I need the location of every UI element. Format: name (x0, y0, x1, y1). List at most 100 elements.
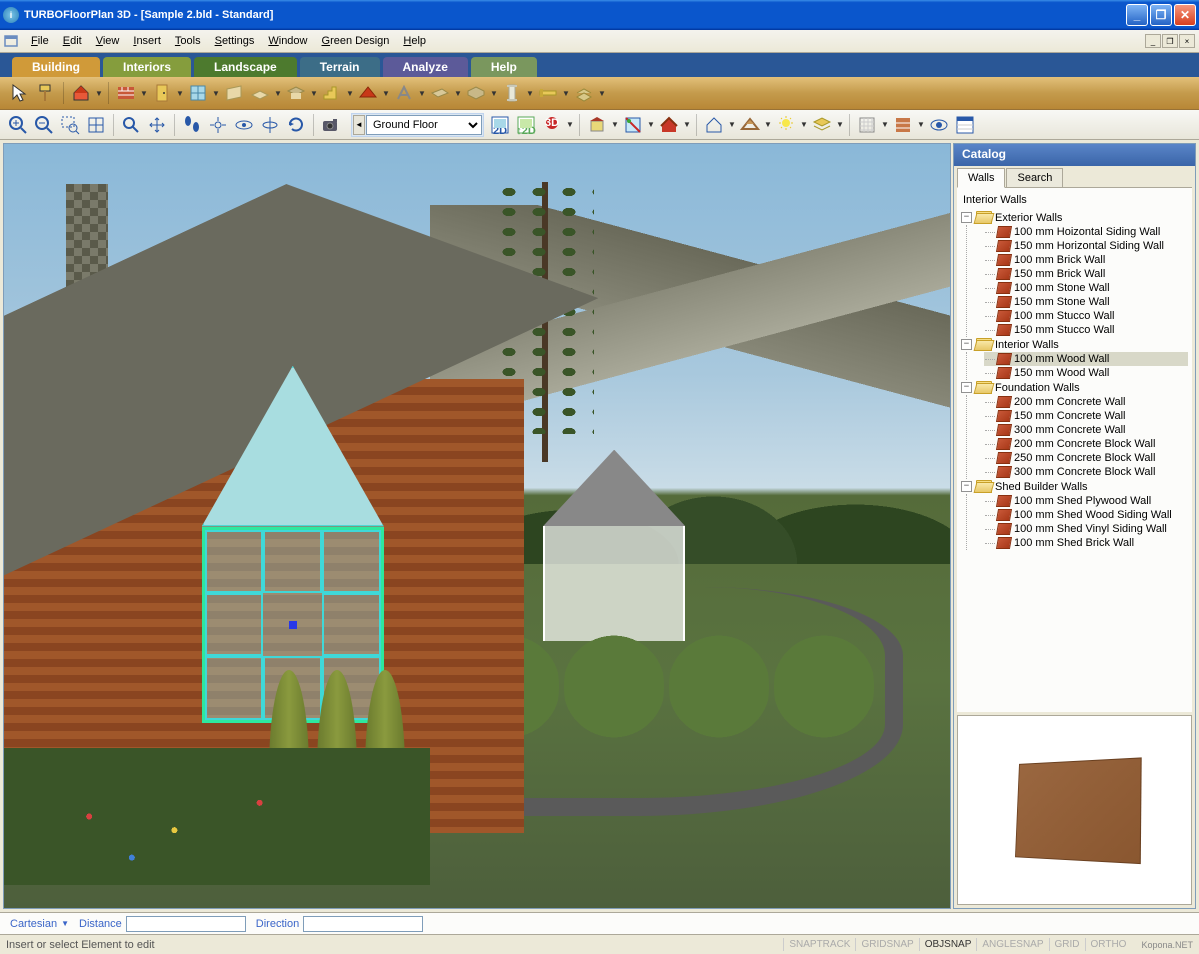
dropdown-icon[interactable]: ▼ (346, 89, 354, 98)
mdi-restore-button[interactable]: ❐ (1162, 34, 1178, 48)
dropdown-icon[interactable]: ▼ (598, 89, 606, 98)
menu-settings[interactable]: Settings (208, 33, 262, 49)
paint-tool-icon[interactable] (34, 81, 58, 105)
structure-tool-icon[interactable] (392, 81, 416, 105)
zoom-realtime-icon[interactable] (119, 113, 143, 137)
dropdown-icon[interactable]: ▼ (917, 120, 925, 129)
dropdown-icon[interactable]: ▼ (611, 120, 619, 129)
view-2d-designer-icon[interactable]: ↕2D (514, 113, 538, 137)
zoom-fit-icon[interactable] (84, 113, 108, 137)
tab-analyze[interactable]: Analyze (383, 57, 468, 77)
dropdown-icon[interactable]: ▼ (212, 89, 220, 98)
pattern-icon[interactable] (891, 113, 915, 137)
tree-item[interactable]: 100 mm Shed Brick Wall (984, 536, 1188, 550)
member-tool-icon[interactable] (536, 81, 560, 105)
snap-toggle-gridsnap[interactable]: GRIDSNAP (855, 938, 918, 951)
zoom-out-icon[interactable] (32, 113, 56, 137)
orbit-icon[interactable] (232, 113, 256, 137)
tree-item[interactable]: 150 mm Stone Wall (984, 295, 1188, 309)
direction-input[interactable] (303, 916, 423, 932)
dropdown-icon[interactable]: ▼ (562, 89, 570, 98)
snap-toggle-anglesnap[interactable]: ANGLESNAP (976, 938, 1048, 951)
dropdown-icon[interactable]: ▼ (647, 120, 655, 129)
catalog-tab-walls[interactable]: Walls (957, 168, 1005, 188)
dropdown-icon[interactable]: ▼ (418, 89, 426, 98)
dropdown-icon[interactable]: ▼ (454, 89, 462, 98)
tree-item[interactable]: 300 mm Concrete Wall (984, 423, 1188, 437)
tree-folder[interactable]: −Interior Walls (961, 337, 1188, 352)
dropdown-icon[interactable]: ▼ (490, 89, 498, 98)
menu-tools[interactable]: Tools (168, 33, 208, 49)
select-tool-icon[interactable] (8, 81, 32, 105)
tree-item[interactable]: 150 mm Horizontal Siding Wall (984, 239, 1188, 253)
dropdown-icon[interactable]: ▼ (764, 120, 772, 129)
pan-icon[interactable] (145, 113, 169, 137)
tree-item[interactable]: 150 mm Stucco Wall (984, 323, 1188, 337)
floor-prev-button[interactable]: ◄ (353, 115, 365, 135)
zoom-window-icon[interactable] (58, 113, 82, 137)
dropdown-icon[interactable]: ▼ (836, 120, 844, 129)
tree-item[interactable]: 300 mm Concrete Block Wall (984, 465, 1188, 479)
house-wizard-icon[interactable] (69, 81, 93, 105)
door-tool-icon[interactable] (150, 81, 174, 105)
display-roof-icon[interactable] (738, 113, 762, 137)
fly-icon[interactable] (206, 113, 230, 137)
tree-item[interactable]: 100 mm Stone Wall (984, 281, 1188, 295)
dropdown-icon[interactable]: ▼ (274, 89, 282, 98)
collapse-icon[interactable]: − (961, 212, 972, 223)
ceiling-tool-icon[interactable] (284, 81, 308, 105)
dropdown-icon[interactable]: ▼ (140, 89, 148, 98)
stairs-tool-icon[interactable] (320, 81, 344, 105)
camera-icon[interactable] (319, 113, 343, 137)
menu-window[interactable]: Window (261, 33, 314, 49)
section-icon[interactable] (621, 113, 645, 137)
dropdown-icon[interactable]: ▼ (800, 120, 808, 129)
properties-panel-icon[interactable] (953, 113, 977, 137)
snap-toggle-snaptrack[interactable]: SNAPTRACK (783, 938, 855, 951)
maximize-button[interactable]: ❐ (1150, 4, 1172, 26)
hatching-icon[interactable] (855, 113, 879, 137)
tree-item[interactable]: 150 mm Brick Wall (984, 267, 1188, 281)
wall-tool-icon[interactable] (114, 81, 138, 105)
window-tool-icon[interactable] (186, 81, 210, 105)
tree-item[interactable]: 250 mm Concrete Block Wall (984, 451, 1188, 465)
tree-item[interactable]: 100 mm Wood Wall (984, 352, 1188, 366)
dropdown-icon[interactable]: ▼ (310, 89, 318, 98)
tree-item[interactable]: 100 mm Shed Plywood Wall (984, 494, 1188, 508)
tree-item[interactable]: 100 mm Stucco Wall (984, 309, 1188, 323)
dropdown-icon[interactable]: ▼ (95, 89, 103, 98)
opening-tool-icon[interactable] (222, 81, 246, 105)
menu-insert[interactable]: Insert (126, 33, 168, 49)
floor-select[interactable]: Ground Floor (366, 115, 482, 135)
collapse-icon[interactable]: − (961, 339, 972, 350)
mdi-minimize-button[interactable]: _ (1145, 34, 1161, 48)
dropdown-icon[interactable]: ▼ (382, 89, 390, 98)
dropdown-icon[interactable]: ▼ (683, 120, 691, 129)
distance-input[interactable] (126, 916, 246, 932)
snap-toggle-ortho[interactable]: ORTHO (1085, 938, 1132, 951)
tree-item[interactable]: 150 mm Wood Wall (984, 366, 1188, 380)
menu-file[interactable]: File (24, 33, 56, 49)
wireframe-house-icon[interactable] (702, 113, 726, 137)
menu-view[interactable]: View (89, 33, 127, 49)
walk-icon[interactable] (180, 113, 204, 137)
tree-item[interactable]: 200 mm Concrete Wall (984, 395, 1188, 409)
menu-help[interactable]: Help (396, 33, 433, 49)
dropdown-icon[interactable]: ▼ (881, 120, 889, 129)
close-button[interactable]: ✕ (1174, 4, 1196, 26)
tree-item[interactable]: 150 mm Concrete Wall (984, 409, 1188, 423)
tree-item[interactable]: 100 mm Shed Vinyl Siding Wall (984, 522, 1188, 536)
snap-toggle-objsnap[interactable]: OBJSNAP (919, 938, 977, 951)
menu-green-design[interactable]: Green Design (315, 33, 397, 49)
dropdown-icon[interactable]: ▼ (566, 120, 574, 129)
catalog-tree[interactable]: Interior Walls −Exterior Walls100 mm Hoi… (957, 187, 1192, 712)
tab-interiors[interactable]: Interiors (103, 57, 191, 77)
tree-item[interactable]: 100 mm Shed Wood Siding Wall (984, 508, 1188, 522)
mdi-close-button[interactable]: × (1179, 34, 1195, 48)
collapse-icon[interactable]: − (961, 382, 972, 393)
surface-tool-icon[interactable] (572, 81, 596, 105)
tab-terrain[interactable]: Terrain (300, 57, 380, 77)
minimize-button[interactable]: _ (1126, 4, 1148, 26)
elevation-icon[interactable] (585, 113, 609, 137)
system-menu-icon[interactable] (2, 33, 20, 49)
